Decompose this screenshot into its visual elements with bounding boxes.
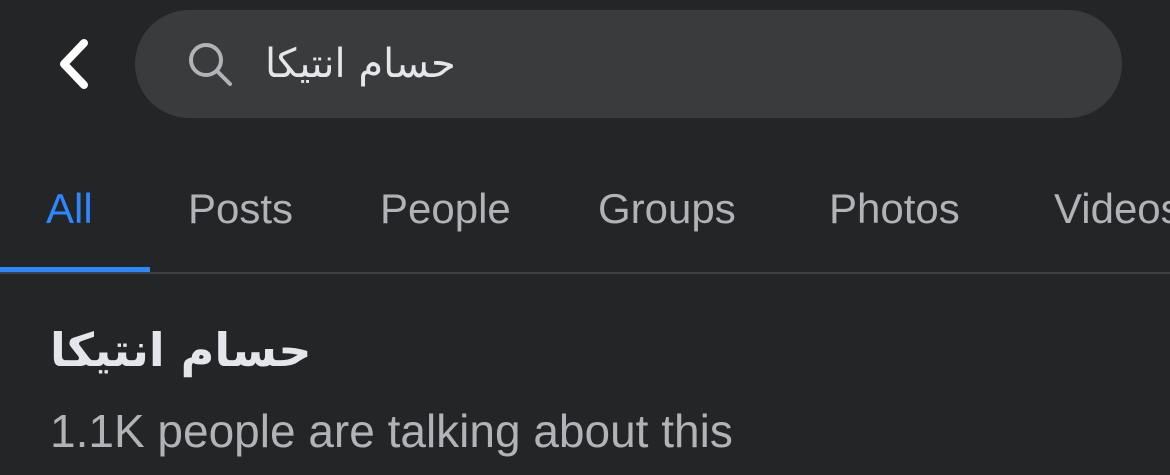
search-input[interactable] (265, 41, 1025, 87)
result-subtitle: 1.1K people are talking about this (50, 405, 733, 457)
search-header (0, 0, 1170, 125)
tab-all[interactable]: All (46, 185, 93, 233)
search-results-page: All Posts People Groups Photos Videos حس… (0, 0, 1170, 475)
tab-groups[interactable]: Groups (598, 185, 736, 233)
tab-videos[interactable]: Videos (1054, 185, 1170, 233)
tab-photos[interactable]: Photos (829, 185, 960, 233)
search-bar[interactable] (135, 10, 1122, 118)
tab-posts[interactable]: Posts (188, 185, 293, 233)
tab-people[interactable]: People (380, 185, 511, 233)
result-title[interactable]: حسام انتيكا (50, 323, 650, 377)
chevron-left-icon (56, 39, 90, 93)
tabs-divider (0, 272, 1170, 274)
filter-tabs: All Posts People Groups Photos Videos (0, 160, 1170, 275)
back-button[interactable] (48, 38, 98, 94)
search-icon (185, 39, 235, 89)
